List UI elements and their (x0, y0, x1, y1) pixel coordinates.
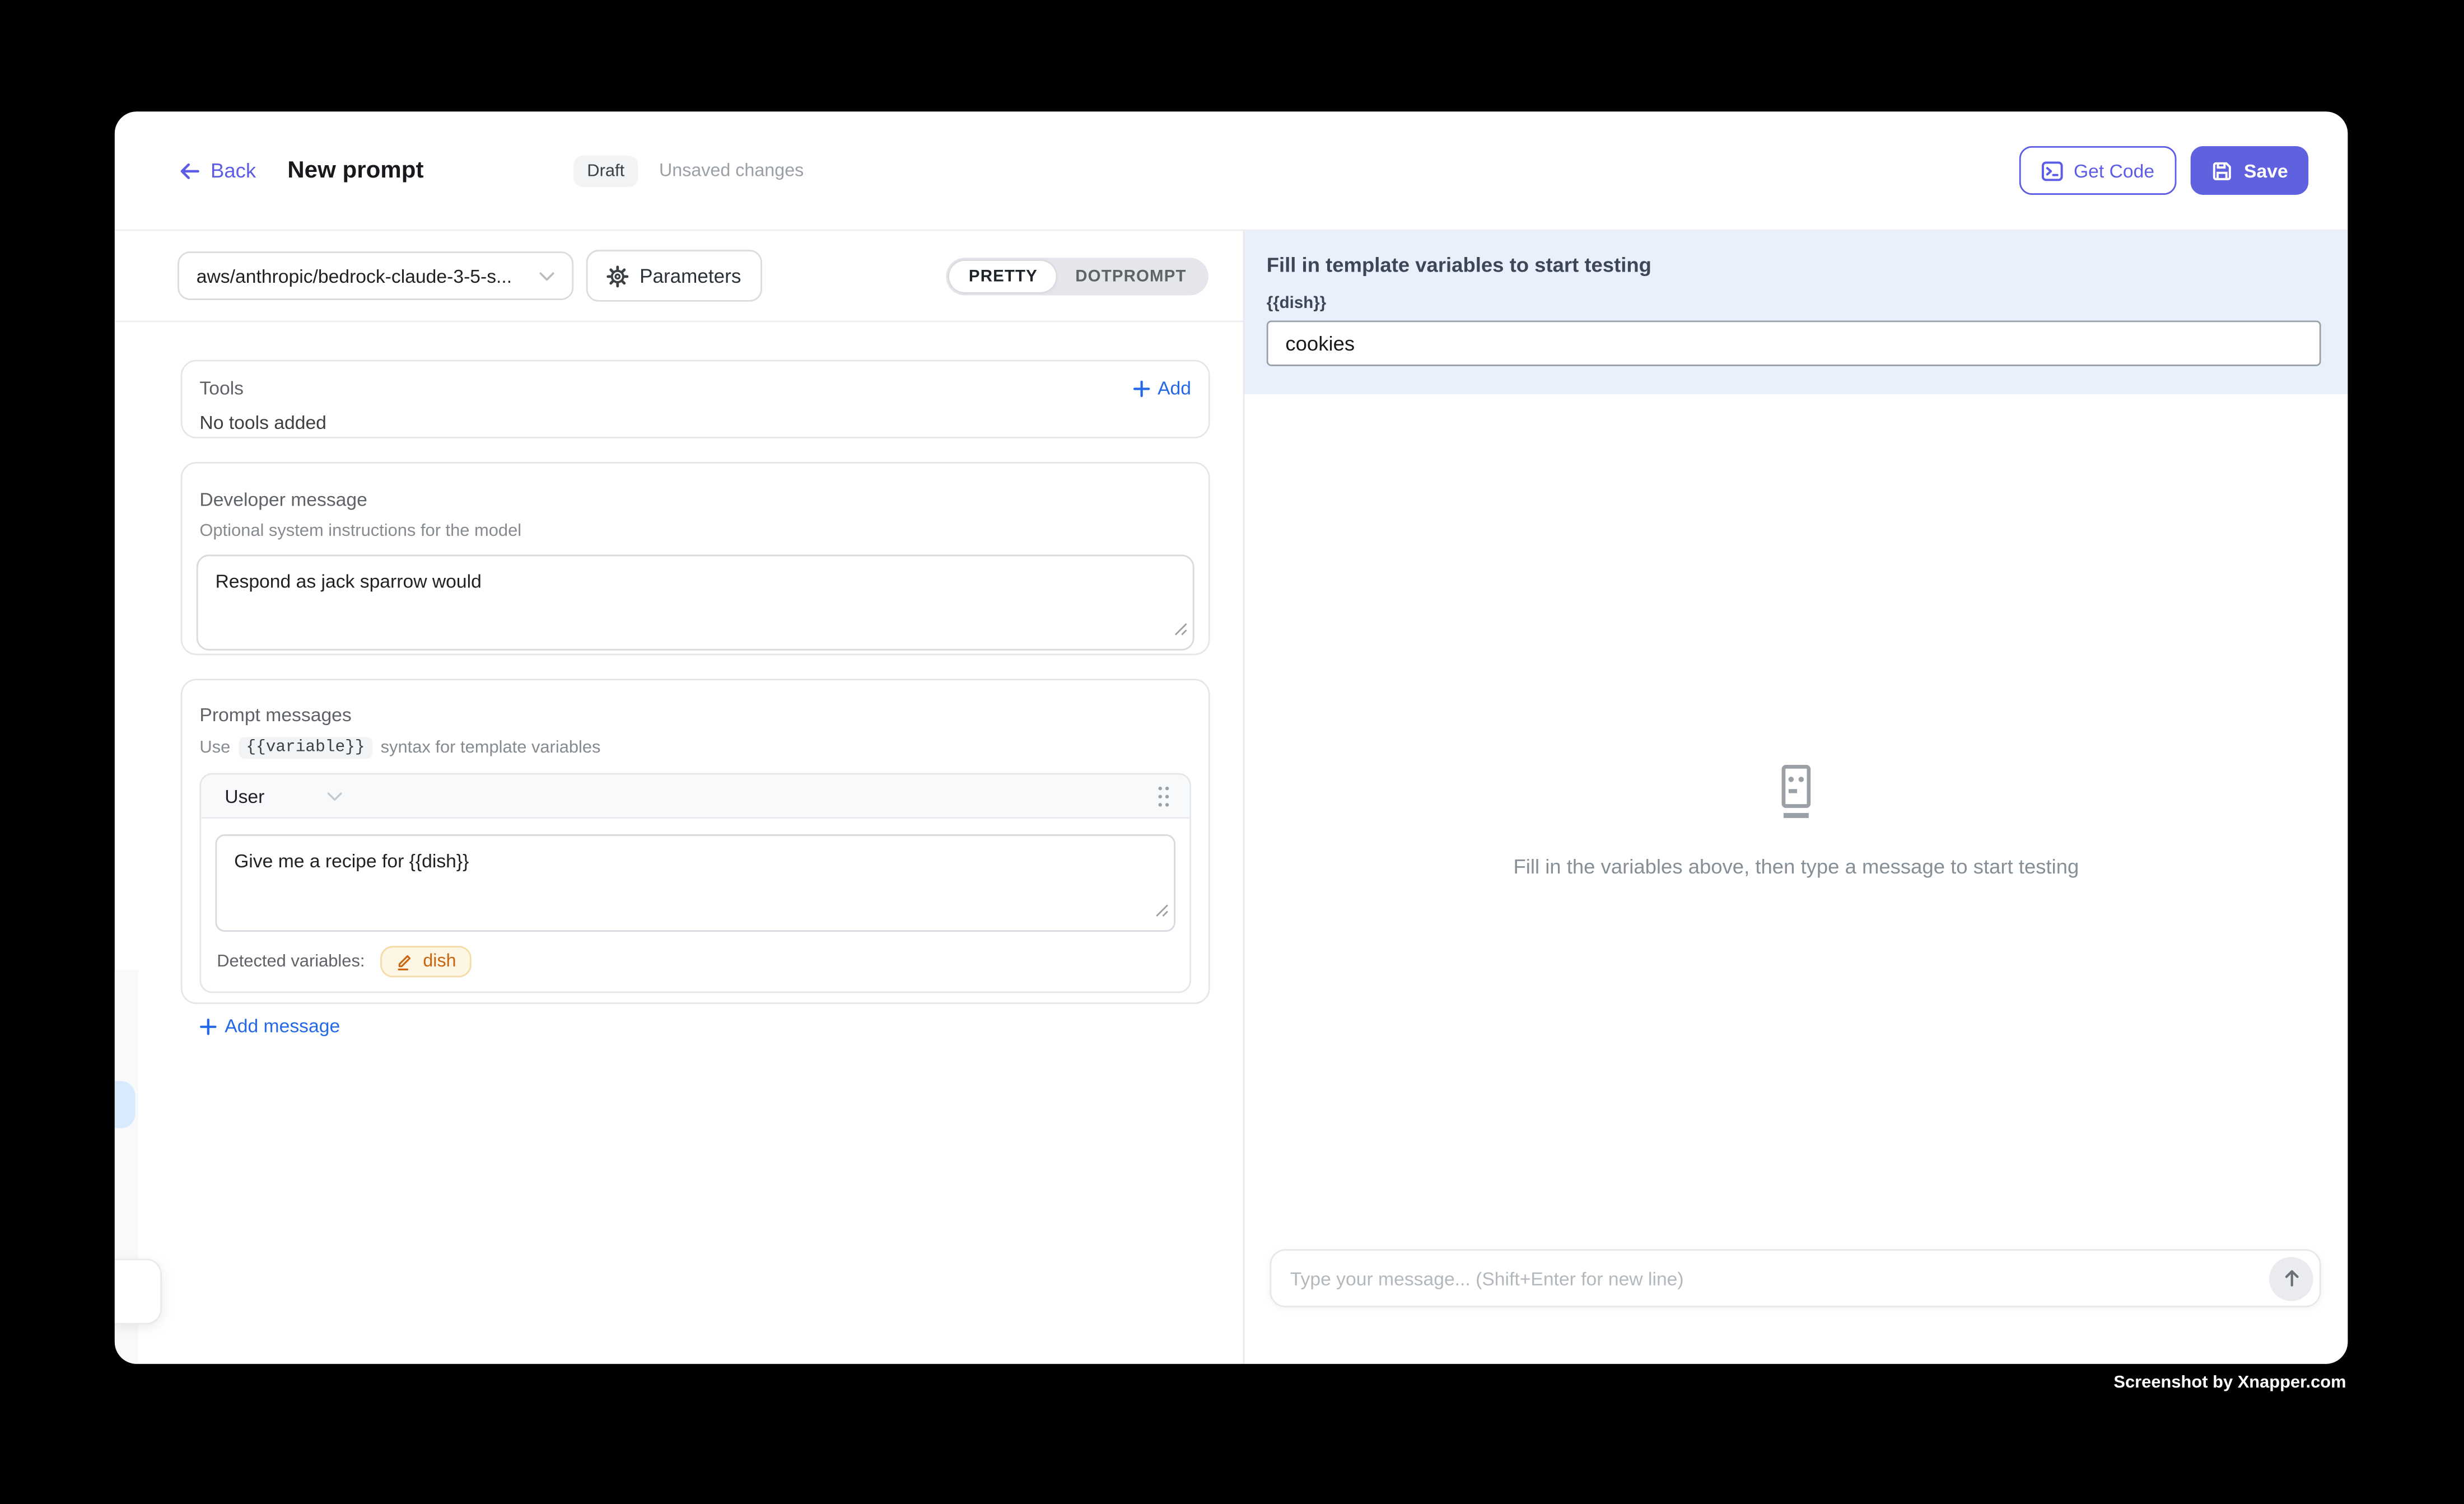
app-window: Back New prompt Draft Unsaved changes Ge… (115, 111, 2348, 1363)
get-code-button[interactable]: Get Code (2019, 146, 2177, 195)
resize-handle-icon[interactable] (1155, 897, 1169, 926)
gear-icon (606, 265, 628, 287)
plus-icon (199, 1017, 217, 1035)
plus-icon (1132, 380, 1150, 397)
page-title: New prompt (287, 157, 423, 184)
chevron-down-icon (328, 791, 343, 801)
send-button[interactable] (2269, 1256, 2313, 1300)
robot-face-icon (1765, 760, 1827, 823)
add-tool-label: Add (1158, 377, 1191, 399)
save-button[interactable]: Save (2191, 146, 2309, 195)
message-content-wrap: Give me a recipe for {{dish}} (215, 834, 1175, 932)
editor-toolbar: aws/anthropic/bedrock-claude-3-5-s... Pa… (115, 231, 1243, 322)
header-actions: Get Code Save (2019, 146, 2308, 195)
drag-handle-icon[interactable] (1156, 785, 1170, 807)
unsaved-changes-label: Unsaved changes (659, 161, 804, 180)
chat-input-bar (1270, 1249, 2321, 1307)
screenshot-frame: Back New prompt Draft Unsaved changes Ge… (0, 0, 2464, 1503)
tools-section: Tools Add No tools added (181, 360, 1210, 438)
chevron-down-icon (539, 271, 554, 281)
background-popover (115, 1259, 162, 1325)
toggle-dotprompt[interactable]: DOTPROMPT (1057, 260, 1206, 291)
back-arrow-icon (178, 160, 201, 181)
developer-message-title: Developer message (199, 489, 1191, 511)
detected-variables-row: Detected variables: dish (215, 946, 1175, 977)
message-role-row: User (201, 774, 1189, 819)
tools-empty-text: No tools added (199, 412, 1191, 433)
variable-name-label: {{dish}} (1267, 294, 2321, 313)
chat-empty-text: Fill in the variables above, then type a… (1513, 855, 2079, 879)
message-body: Give me a recipe for {{dish}} Detected v… (201, 819, 1189, 992)
back-button[interactable]: Back (178, 158, 256, 182)
get-code-label: Get Code (2074, 160, 2154, 181)
edit-pencil-icon (396, 952, 414, 971)
view-mode-toggle: PRETTY DOTPROMPT (947, 257, 1208, 295)
terminal-icon (2041, 160, 2062, 181)
back-label: Back (211, 158, 256, 182)
watermark-text: Screenshot by Xnapper.com (2113, 1374, 2346, 1393)
message-block: User Give me a recipe for {{d (199, 773, 1191, 993)
variables-header: Fill in template variables to start test… (1244, 231, 2348, 394)
chat-area: Fill in the variables above, then type a… (1244, 394, 2348, 1363)
chat-empty-state: Fill in the variables above, then type a… (1244, 760, 2348, 878)
hint-variable-code: {{variable}} (238, 737, 372, 759)
model-selector[interactable]: aws/anthropic/bedrock-claude-3-5-s... (178, 251, 573, 300)
hint-suffix: syntax for template variables (381, 739, 601, 758)
app-header: Back New prompt Draft Unsaved changes Ge… (115, 111, 2348, 231)
test-panel: Fill in template variables to start test… (1244, 231, 2348, 1363)
developer-message-section: Developer message Optional system instru… (181, 462, 1210, 655)
add-tool-button[interactable]: Add (1132, 377, 1191, 399)
prompt-messages-hint: Use {{variable}} syntax for template var… (199, 737, 1191, 759)
message-role-select[interactable]: User (225, 785, 264, 807)
developer-message-field-wrap: Respond as jack sparrow would (197, 555, 1194, 651)
model-selector-value: aws/anthropic/bedrock-claude-3-5-s... (197, 265, 512, 287)
background-sidebar-active-item (115, 1081, 135, 1128)
prompt-editor-panel: aws/anthropic/bedrock-claude-3-5-s... Pa… (115, 231, 1245, 1363)
prompt-messages-title: Prompt messages (199, 704, 1191, 726)
developer-message-subtitle: Optional system instructions for the mod… (199, 522, 1191, 541)
toggle-pretty[interactable]: PRETTY (950, 260, 1056, 291)
add-message-label: Add message (225, 1015, 340, 1037)
status-badge: Draft (573, 155, 638, 186)
main-content: aws/anthropic/bedrock-claude-3-5-s... Pa… (115, 231, 2348, 1363)
save-label: Save (2244, 160, 2288, 181)
variable-value-input[interactable] (1267, 320, 2321, 366)
developer-message-input[interactable]: Respond as jack sparrow would (198, 556, 1193, 649)
variable-chip-label: dish (423, 952, 456, 971)
parameters-button[interactable]: Parameters (586, 250, 762, 302)
add-message-button[interactable]: Add message (199, 1015, 1191, 1037)
editor-scroll-area: Tools Add No tools added Devel (115, 324, 1243, 1364)
parameters-label: Parameters (640, 265, 741, 287)
hint-prefix: Use (199, 739, 230, 758)
chat-message-input[interactable] (1271, 1267, 2269, 1289)
variables-title: Fill in template variables to start test… (1267, 253, 2321, 277)
variable-chip-dish[interactable]: dish (381, 946, 472, 977)
message-content-input[interactable]: Give me a recipe for {{dish}} (217, 836, 1174, 930)
resize-handle-icon[interactable] (1174, 616, 1188, 644)
detected-variables-label: Detected variables: (217, 952, 365, 971)
save-icon (2211, 160, 2233, 181)
tools-title: Tools (199, 377, 244, 399)
prompt-messages-section: Prompt messages Use {{variable}} syntax … (181, 679, 1210, 1004)
arrow-up-icon (2281, 1268, 2301, 1288)
